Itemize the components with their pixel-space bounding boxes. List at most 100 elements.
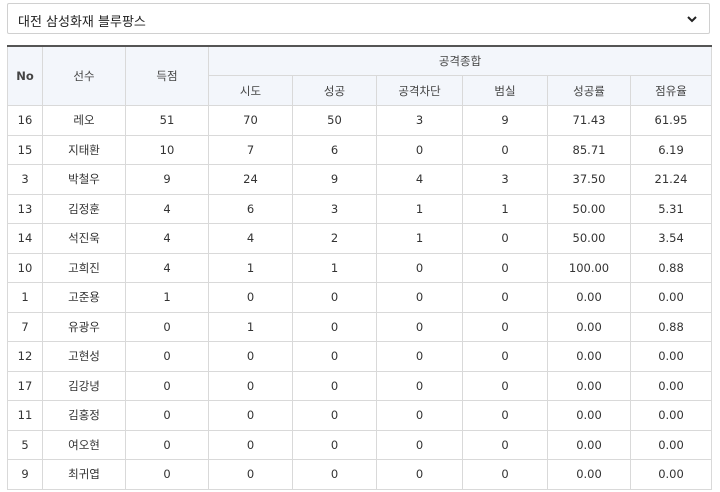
table-row: 1 고준용 1 0 0 0 0 0.00 0.00 (7, 282, 713, 313)
table-cell: 0 (462, 134, 548, 165)
table-cell: 4 (125, 193, 209, 224)
table-cell: 4 (125, 252, 209, 283)
table-cell: 0 (376, 134, 463, 165)
table-cell: 71.43 (547, 105, 631, 136)
table-cell: 4 (125, 223, 209, 254)
table-row: 16 레오 51 70 50 3 9 71.43 61.95 (7, 105, 713, 136)
table-cell: 김정훈 (42, 193, 126, 224)
table-cell: 50.00 (547, 223, 631, 254)
team-select[interactable]: 대전 삼성화재 블루팡스 (7, 3, 710, 34)
table-cell: 최귀엽 (42, 459, 126, 490)
table-cell: 0.00 (547, 459, 631, 490)
table-cell: 1 (208, 311, 293, 342)
table-cell: 1 (7, 282, 43, 313)
table-cell: 0.00 (547, 311, 631, 342)
table-cell: 0 (462, 252, 548, 283)
table-cell: 0 (292, 370, 377, 401)
table-cell: 51 (125, 105, 209, 136)
table-cell: 0 (208, 370, 293, 401)
table-cell: 1 (292, 252, 377, 283)
table-cell: 0.88 (629, 311, 713, 342)
table-row: 13 김정훈 4 6 3 1 1 50.00 5.31 (7, 193, 713, 224)
table-cell: 0 (292, 282, 377, 313)
table-cell: 11 (7, 400, 43, 431)
table-cell: 0 (462, 400, 548, 431)
table-row: 7 유광우 0 1 0 0 0 0.00 0.88 (7, 311, 713, 342)
table-cell: 3 (462, 164, 548, 195)
table-cell: 10 (7, 252, 43, 283)
header-share: 점유율 (629, 75, 713, 106)
table-cell: 50.00 (547, 193, 631, 224)
table-cell: 0 (292, 341, 377, 372)
table-cell: 0.00 (629, 459, 713, 490)
table-cell: 0.00 (547, 400, 631, 431)
table-cell: 50 (292, 105, 377, 136)
table-row: 5 여오현 0 0 0 0 0 0.00 0.00 (7, 429, 713, 460)
table-cell: 0.00 (629, 341, 713, 372)
table-cell: 85.71 (547, 134, 631, 165)
table-cell: 0 (376, 370, 463, 401)
table-cell: 0 (376, 282, 463, 313)
table-cell: 12 (7, 341, 43, 372)
table-cell: 0.00 (547, 282, 631, 313)
table-cell: 7 (7, 311, 43, 342)
header-player: 선수 (42, 45, 126, 106)
table-cell: 레오 (42, 105, 126, 136)
table-cell: 0 (125, 370, 209, 401)
table-cell: 고준용 (42, 282, 126, 313)
table-row: 9 최귀엽 0 0 0 0 0 0.00 0.00 (7, 459, 713, 490)
header-attempts: 시도 (208, 75, 293, 106)
table-cell: 0 (462, 341, 548, 372)
table-cell: 0 (292, 400, 377, 431)
table-cell: 61.95 (629, 105, 713, 136)
table-row: 3 박철우 9 24 9 4 3 37.50 21.24 (7, 164, 713, 195)
table-cell: 0.00 (547, 429, 631, 460)
table-cell: 고희진 (42, 252, 126, 283)
chevron-down-icon (687, 16, 697, 23)
table-row: 17 김강녕 0 0 0 0 0 0.00 0.00 (7, 370, 713, 401)
table-cell: 김강녕 (42, 370, 126, 401)
table-cell: 0 (462, 370, 548, 401)
table-cell: 1 (208, 252, 293, 283)
table-cell: 0.00 (629, 429, 713, 460)
table-cell: 16 (7, 105, 43, 136)
table-cell: 유광우 (42, 311, 126, 342)
table-cell: 9 (462, 105, 548, 136)
table-cell: 0 (462, 282, 548, 313)
table-cell: 1 (376, 193, 463, 224)
table-cell: 0.00 (629, 370, 713, 401)
table-cell: 3 (376, 105, 463, 136)
page: 대전 삼성화재 블루팡스 No 선수 득점 공격종합 시도 성공 공격차단 범실… (0, 0, 720, 492)
table-cell: 0 (292, 429, 377, 460)
table-cell: 9 (292, 164, 377, 195)
table-cell: 지태환 (42, 134, 126, 165)
table-cell: 9 (125, 164, 209, 195)
table-cell: 여오현 (42, 429, 126, 460)
attack-stats-table: No 선수 득점 공격종합 시도 성공 공격차단 범실 성공률 점유율 16 레오… (7, 45, 713, 490)
table-row: 14 석진욱 4 4 2 1 0 50.00 3.54 (7, 223, 713, 254)
table-cell: 37.50 (547, 164, 631, 195)
table-cell: 0 (208, 282, 293, 313)
table-cell: 1 (462, 193, 548, 224)
table-cell: 0 (462, 429, 548, 460)
header-attack-group: 공격종합 (207, 45, 713, 76)
table-cell: 0 (125, 341, 209, 372)
table-cell: 14 (7, 223, 43, 254)
table-cell: 21.24 (629, 164, 713, 195)
table-cell: 0 (208, 341, 293, 372)
table-cell: 6 (208, 193, 293, 224)
table-cell: 0 (462, 459, 548, 490)
table-cell: 15 (7, 134, 43, 165)
table-cell: 0.00 (547, 370, 631, 401)
table-cell: 1 (376, 223, 463, 254)
table-cell: 5 (7, 429, 43, 460)
table-cell: 17 (7, 370, 43, 401)
table-cell: 0 (208, 429, 293, 460)
table-cell: 김홍정 (42, 400, 126, 431)
header-errors: 범실 (462, 75, 548, 106)
table-cell: 0 (376, 341, 463, 372)
table-cell: 4 (376, 164, 463, 195)
table-body: 16 레오 51 70 50 3 9 71.43 61.95 15 지태환 10 7 6 0 0 85.71 6.… (7, 105, 713, 490)
table-cell: 0 (125, 311, 209, 342)
table-cell: 0 (462, 223, 548, 254)
